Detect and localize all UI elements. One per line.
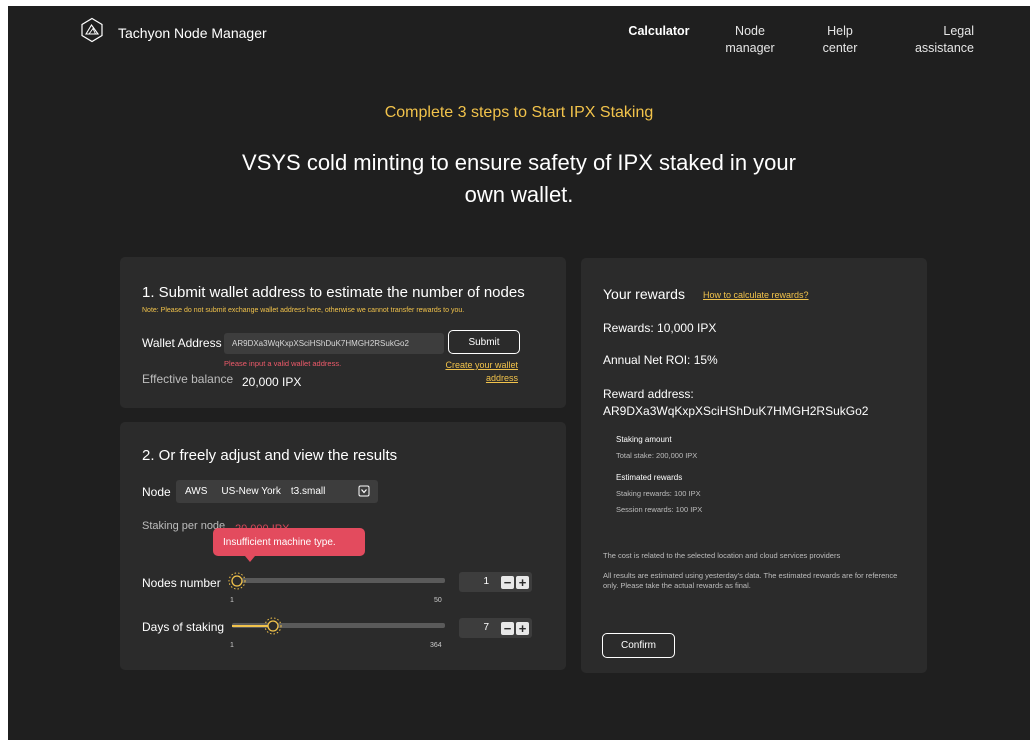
nav-node-manager[interactable]: Node manager [720, 23, 780, 57]
how-to-calculate-link[interactable]: How to calculate rewards? [703, 290, 809, 300]
nodes-stepper: 1 − + [459, 572, 532, 592]
app-title: Tachyon Node Manager [118, 25, 267, 41]
nav-node-manager-line2: manager [725, 41, 775, 55]
nav-node-manager-line1: Node [735, 24, 765, 38]
adjust-card: 2. Or freely adjust and view the results… [120, 422, 566, 670]
rewards-card: Your rewards How to calculate rewards? R… [581, 258, 927, 673]
node-type: t3.small [290, 486, 326, 497]
staking-rewards: Staking rewards: 100 IPX [616, 489, 701, 498]
tooltip-pointer [245, 556, 255, 562]
node-region: US-New York [221, 486, 281, 497]
nav-calculator[interactable]: Calculator [624, 23, 694, 40]
reward-address-value: AR9DXa3WqKxpXSciHShDuK7HMGH2RSukGo2 [603, 404, 869, 418]
days-slider-knob-icon[interactable] [264, 617, 282, 635]
nodes-minus-button[interactable]: − [501, 576, 514, 589]
nodes-plus-button[interactable]: + [516, 576, 529, 589]
confirm-button[interactable]: Confirm [602, 633, 675, 658]
days-slider-min: 1 [230, 642, 234, 649]
nav-help-center-line2: center [822, 41, 858, 55]
app-logo-icon[interactable] [79, 17, 105, 43]
create-wallet-link[interactable]: Create your wallet address [420, 359, 518, 385]
days-minus-button[interactable]: − [501, 622, 514, 635]
total-stake: Total stake: 200,000 IPX [616, 451, 698, 460]
nodes-slider-min: 1 [230, 597, 234, 604]
days-of-staking-label: Days of staking [142, 620, 225, 634]
rewards-title: Your rewards [603, 286, 685, 302]
session-rewards: Session rewards: 100 IPX [616, 505, 703, 514]
nodes-number-label: Nodes number [142, 576, 221, 590]
hero-subtitle: Complete 3 steps to Start IPX Staking [384, 104, 654, 121]
cost-note: The cost is related to the selected loca… [603, 551, 841, 560]
wallet-address-label: Wallet Address [142, 336, 222, 350]
days-plus-button[interactable]: + [516, 622, 529, 635]
estimate-disclaimer: All results are estimated using yesterda… [603, 571, 898, 590]
days-stepper: 7 − + [459, 618, 532, 638]
wallet-address-error: Please input a valid wallet address. [224, 359, 342, 368]
nodes-slider-track[interactable] [232, 578, 445, 583]
node-provider: AWS [185, 486, 208, 497]
adjust-card-title: 2. Or freely adjust and view the results [142, 447, 398, 464]
wallet-card-title: 1. Submit wallet address to estimate the… [142, 284, 525, 301]
wallet-address-input[interactable] [224, 333, 444, 354]
confirm-button-label: Confirm [620, 640, 656, 651]
nav-calculator-label: Calculator [628, 24, 690, 38]
nodes-slider-knob-icon[interactable] [228, 572, 246, 590]
exchange-warning-note: Note: Please do not submit exchange wall… [142, 307, 465, 314]
hero-title-line2: own wallet. [464, 182, 574, 207]
machine-type-tooltip: Insufficient machine type. [213, 528, 365, 556]
node-label: Node [142, 485, 171, 499]
node-select[interactable]: AWS US-New York t3.small [176, 480, 378, 503]
machine-type-tooltip-text: Insufficient machine type. [223, 536, 336, 548]
submit-button-label: Submit [468, 336, 500, 348]
annual-net-roi: Annual Net ROI: 15% [603, 353, 718, 367]
reward-address-label: Reward address: [603, 387, 694, 401]
dropdown-icon [358, 485, 370, 497]
nav-legal-assistance-line1: Legal [943, 24, 974, 38]
hero-title: VSYS cold minting to ensure safety of IP… [8, 147, 1030, 211]
estimated-rewards-heading: Estimated rewards [616, 473, 683, 482]
days-value[interactable]: 7 [459, 622, 489, 633]
nav-help-center[interactable]: Help center [815, 23, 865, 57]
submit-button[interactable]: Submit [448, 330, 520, 354]
nodes-slider-max: 50 [434, 597, 442, 604]
nav-legal-assistance[interactable]: Legal assistance [904, 23, 974, 57]
nav-help-center-line1: Help [827, 24, 853, 38]
effective-balance-value: 20,000 IPX [242, 375, 302, 389]
wallet-card: 1. Submit wallet address to estimate the… [120, 257, 566, 408]
nodes-number-value[interactable]: 1 [459, 576, 489, 587]
app-window: Tachyon Node Manager Calculator Node man… [8, 6, 1030, 740]
rewards-amount: Rewards: 10,000 IPX [603, 321, 717, 335]
nav-legal-assistance-line2: assistance [914, 41, 974, 55]
create-wallet-link-line2: address [485, 373, 518, 383]
effective-balance-label: Effective balance [142, 372, 234, 386]
days-slider-max: 364 [430, 642, 442, 649]
hero-title-line1: VSYS cold minting to ensure safety of IP… [242, 150, 796, 175]
create-wallet-link-line1: Create your wallet [445, 360, 518, 370]
staking-amount-heading: Staking amount [616, 435, 672, 444]
